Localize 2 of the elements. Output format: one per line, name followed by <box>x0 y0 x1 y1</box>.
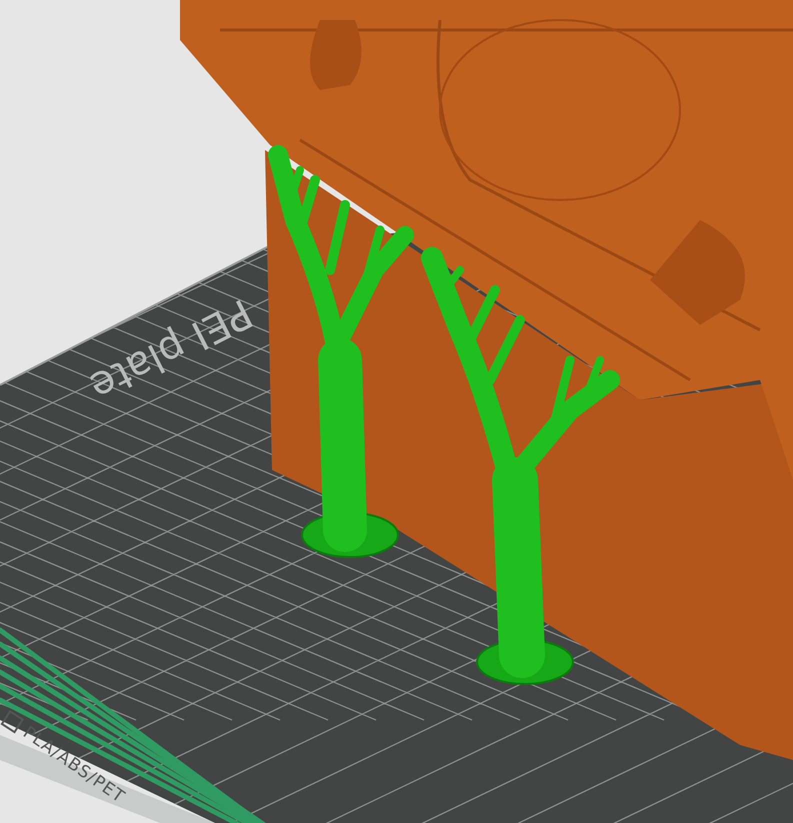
plate-icon <box>0 710 24 734</box>
bed-label: PEI plate <box>82 289 260 410</box>
